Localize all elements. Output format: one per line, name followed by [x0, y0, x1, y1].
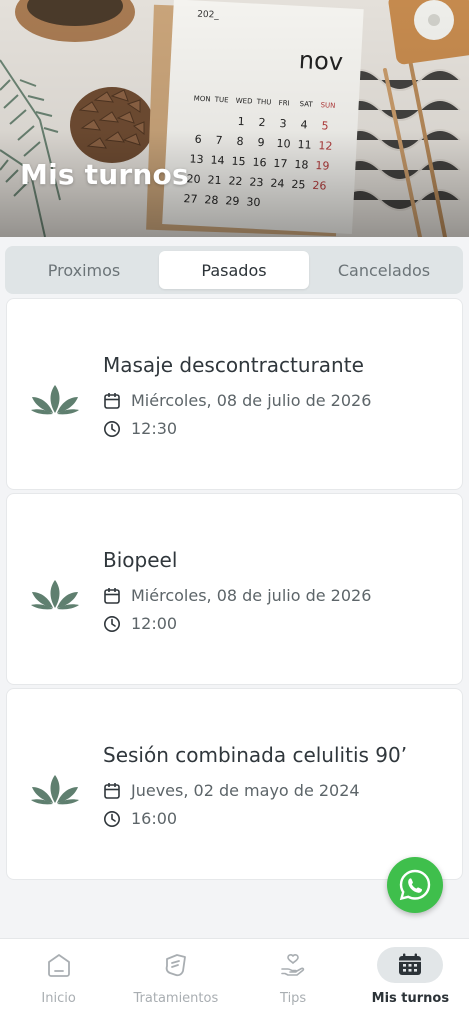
tab-pasados[interactable]: Pasados	[159, 251, 309, 289]
tab-cancelados[interactable]: Cancelados	[309, 251, 459, 289]
nav-item-mis-turnos[interactable]: Mis turnos	[352, 939, 469, 1015]
nav-label: Mis turnos	[371, 991, 450, 1006]
appointment-date: Miércoles, 08 de julio de 2026	[131, 391, 372, 410]
appointment-time-row: 16:00	[103, 809, 177, 828]
whatsapp-icon	[399, 869, 431, 901]
nav-item-tratamientos[interactable]: Tratamientos	[117, 939, 234, 1015]
appointment-time-row: 12:30	[103, 419, 177, 438]
appointment-card[interactable]: Sesión combinada celulitis 90’ Jueves, 0…	[6, 688, 463, 880]
appointment-card[interactable]: Biopeel Miércoles, 08 de julio de 2026 1…	[6, 493, 463, 685]
leaf-icon	[31, 385, 79, 415]
appointments-tab-bar: Proximos Pasados Cancelados	[5, 246, 463, 294]
leaf-icon	[31, 580, 79, 610]
page-title: Mis turnos	[20, 158, 189, 191]
appointment-time-row: 12:00	[103, 614, 177, 633]
whatsapp-button[interactable]	[387, 857, 443, 913]
calendar-icon	[104, 587, 120, 604]
appointment-time: 12:30	[131, 419, 178, 438]
tab-proximos[interactable]: Proximos	[9, 251, 159, 289]
appointment-date: Jueves, 02 de mayo de 2024	[131, 781, 360, 800]
appointment-date-row: Miércoles, 08 de julio de 2026	[103, 586, 371, 605]
nav-label: Tratamientos	[133, 991, 219, 1006]
bottom-navigation: Inicio Tratamientos Tips Mis turnos	[0, 938, 469, 1015]
appointment-title: Masaje descontracturante	[103, 353, 364, 377]
appointment-title: Biopeel	[103, 548, 178, 572]
nav-item-inicio[interactable]: Inicio	[0, 939, 117, 1015]
home-icon	[47, 954, 70, 977]
nav-item-tips[interactable]: Tips	[235, 939, 352, 1015]
calendar-photo: 202_ nov MONTUEWED THUFRISATSUN 12345 67…	[0, 0, 469, 237]
appointment-date-row: Jueves, 02 de mayo de 2024	[103, 781, 360, 800]
clock-icon	[104, 810, 120, 827]
appointment-card[interactable]: Masaje descontracturante Miércoles, 08 d…	[6, 298, 463, 490]
appointment-time: 12:00	[131, 614, 178, 633]
tips-icon	[281, 954, 305, 976]
calendar-icon	[399, 953, 422, 975]
nav-label: Tips	[280, 991, 307, 1006]
appointment-date: Miércoles, 08 de julio de 2026	[131, 586, 372, 605]
treatments-icon	[165, 954, 186, 977]
nav-label: Inicio	[41, 991, 76, 1006]
header-banner: 202_ nov MONTUEWED THUFRISATSUN 12345 67…	[0, 0, 469, 237]
appointment-date-row: Miércoles, 08 de julio de 2026	[103, 391, 371, 410]
clock-icon	[104, 420, 120, 437]
appointment-title: Sesión combinada celulitis 90’	[103, 743, 408, 767]
leaf-icon	[31, 775, 79, 805]
calendar-icon	[104, 782, 120, 799]
clock-icon	[104, 615, 120, 632]
appointment-time: 16:00	[131, 809, 178, 828]
calendar-icon	[104, 392, 120, 409]
